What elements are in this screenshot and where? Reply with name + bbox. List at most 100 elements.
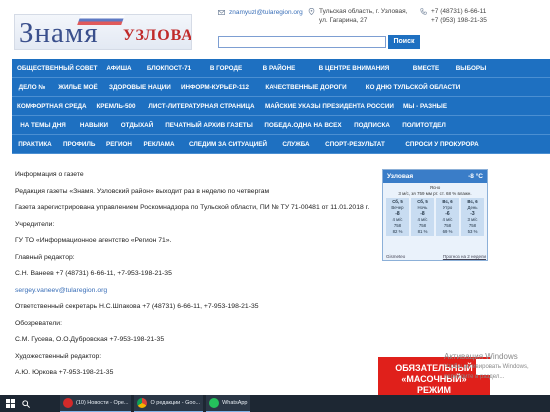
phone-1[interactable]: +7 (48731) 6-66-11 — [431, 7, 487, 16]
chrome-icon — [137, 398, 148, 408]
forecast-column: Сб, 5 Вечер -8 4 м/с 758 82 % — [386, 198, 409, 236]
logo-main-text: Знамя — [19, 17, 99, 49]
nav-item-pobeda[interactable]: ПОБЕДА.ОДНА НА ВСЕХ — [258, 116, 348, 134]
main-content: Информация о газете Редакция газеты «Зна… — [15, 170, 370, 385]
content-paragraph: С.М. Гусева, О.О.Дубровская +7-953-198-2… — [15, 336, 165, 343]
forecast-humidity: 81 % — [417, 229, 428, 234]
content-paragraph: С.Н. Ванеев +7 (48731) 6-66-11, +7-953-1… — [15, 270, 172, 277]
content-paragraph: Учредители: — [15, 220, 55, 228]
site-logo[interactable]: Знамя УЗЛОВАЯ — [14, 14, 192, 50]
weather-now-details: 3 м/с, зя 759 мм рт. ст. 68 % влажн. — [398, 191, 472, 196]
logo-sub-text: УЗЛОВАЯ — [123, 27, 191, 44]
weather-header: Узловая -8 °C — [383, 170, 487, 183]
gismeteo-logo[interactable]: Gismeteo — [386, 254, 405, 259]
nav-item-zdorovye-natsii[interactable]: ЗДОРОВЫЕ НАЦИИ — [104, 78, 171, 96]
phone-2[interactable]: +7 (953) 198-21-35 — [431, 16, 487, 25]
address-line-1: Тульская область, г. Узловая, — [319, 8, 408, 15]
nav-item-ko-dnyu-tulskoi-oblasti[interactable]: КО ДНЮ ТУЛЬСКОЙ ОБЛАСТИ — [353, 78, 473, 96]
forecast-column: Вс, 6 Утро -6 4 м/с 758 69 % — [436, 198, 459, 236]
content-paragraph: ГУ ТО «Информационное агентство «Регион … — [15, 237, 172, 244]
search-button[interactable]: Поиск — [388, 35, 420, 49]
nav-item-zhile-moe[interactable]: ЖИЛЬЕ МОЁ — [52, 78, 104, 96]
windows-activation-watermark: Активация Windows Чтобы активировать Win… — [444, 352, 550, 382]
nav-item-list-literaturnaya[interactable]: ЛИСТ-ЛИТЕРАТУРНАЯ СТРАНИЦА — [143, 97, 260, 115]
nav-item-v-raione[interactable]: В РАЙОНЕ — [253, 59, 305, 77]
nav-item-region[interactable]: РЕГИОН — [100, 135, 138, 153]
nav-item-praktika[interactable]: ПРАКТИКА — [12, 135, 58, 153]
forecast-humidity: 69 % — [442, 229, 453, 234]
nav-item-vybory[interactable]: ВЫБОРЫ — [449, 59, 493, 77]
whatsapp-icon — [209, 398, 220, 408]
contact-phones: +7 (48731) 6-66-11 +7 (953) 198-21-35 — [420, 7, 487, 25]
nav-row: ОБЩЕСТВЕННЫЙ СОВЕТ АФИША БЛОКПОСТ-71 В Г… — [12, 59, 550, 78]
nav-row: ДЕЛО № ЖИЛЬЕ МОЁ ЗДОРОВЫЕ НАЦИИ ИНФОРМ-К… — [12, 78, 550, 97]
taskbar-item-label: О редакции - Goo... — [150, 400, 201, 406]
taskbar-item-label: WhatsApp — [222, 400, 248, 406]
contact-email[interactable]: znamyuzl@tularegion.org — [218, 8, 303, 16]
content-paragraph: Главный редактор: — [15, 253, 75, 261]
editor-email-link[interactable]: sergey.vaneev@tularegion.org — [15, 286, 370, 295]
weather-footer: Gismeteo Прогноз на 2 недели — [386, 254, 486, 259]
content-paragraph: Редакция газеты «Знамя. Узловский район»… — [15, 187, 270, 195]
taskbar-search[interactable] — [20, 395, 32, 412]
search-icon — [22, 399, 30, 408]
address-line-2: ул. Гагарина, 27 — [319, 17, 368, 24]
nav-item-podpiska[interactable]: ПОДПИСКА — [348, 116, 396, 134]
main-nav: ОБЩЕСТВЕННЫЙ СОВЕТ АФИША БЛОКПОСТ-71 В Г… — [12, 59, 550, 154]
taskbar-item-chrome[interactable]: О редакции - Goo... — [134, 395, 204, 412]
taskbar-item-opera[interactable]: (10) Новости - Ope... — [60, 395, 132, 412]
nav-item-pechatnyi-arkhiv[interactable]: ПЕЧАТНЫЙ АРХИВ ГАЗЕТЫ — [160, 116, 258, 134]
nav-item-v-gorode[interactable]: В ГОРОДЕ — [199, 59, 253, 77]
mail-icon — [218, 10, 225, 15]
nav-item-obshchestvennyi-sovet[interactable]: ОБЩЕСТВЕННЫЙ СОВЕТ — [12, 59, 99, 77]
search-input[interactable] — [218, 36, 386, 48]
nav-item-navyki[interactable]: НАВЫКИ — [74, 116, 114, 134]
nav-item-otdykhai[interactable]: ОТДЫХАЙ — [114, 116, 160, 134]
weather-city: Узловая — [387, 173, 414, 180]
nav-item-maiskie-ukazy[interactable]: МАЙСКИЕ УКАЗЫ ПРЕЗИДЕНТА РОССИИ — [260, 97, 395, 115]
windows-icon — [5, 399, 15, 408]
content-paragraph: Обозреватели: — [15, 319, 62, 327]
nav-item-delo[interactable]: ДЕЛО № — [12, 78, 52, 96]
nav-row: КОМФОРТНАЯ СРЕДА КРЕМЛЬ-500 ЛИСТ-ЛИТЕРАТ… — [12, 97, 550, 116]
nav-item-sprosi-u-prokurora[interactable]: СПРОСИ У ПРОКУРОРА — [394, 135, 490, 153]
nav-item-reklama[interactable]: РЕКЛАМА — [138, 135, 180, 153]
content-paragraph: Художественный редактор: — [15, 352, 102, 360]
forecast-column: Сб, 5 Ночь -8 4 м/с 758 81 % — [411, 198, 434, 236]
nav-item-v-tsentre-vnimaniya[interactable]: В ЦЕНТРЕ ВНИМАНИЯ — [305, 59, 403, 77]
nav-item-sluzhba[interactable]: СЛУЖБА — [276, 135, 316, 153]
nav-row: НА ТЕМЫ ДНЯ НАВЫКИ ОТДЫХАЙ ПЕЧАТНЫЙ АРХИ… — [12, 116, 550, 135]
two-week-forecast-link[interactable]: Прогноз на 2 недели — [443, 254, 486, 259]
phone-icon — [420, 8, 427, 15]
contact-address: Тульская область, г. Узловая, ул. Гагари… — [308, 7, 407, 25]
start-button[interactable] — [0, 395, 20, 412]
nav-item-vmeste[interactable]: ВМЕСТЕ — [403, 59, 449, 77]
nav-item-na-temy-dnya[interactable]: НА ТЕМЫ ДНЯ — [12, 116, 74, 134]
taskbar: (10) Новости - Ope... О редакции - Goo..… — [0, 395, 550, 412]
nav-item-kachestvennye-dorogi[interactable]: КАЧЕСТВЕННЫЕ ДОРОГИ — [259, 78, 353, 96]
watermark-title: Активация Windows — [444, 352, 518, 361]
nav-item-sledim-za-situatsiei[interactable]: СЛЕДИМ ЗА СИТУАЦИЕЙ — [180, 135, 276, 153]
opera-icon — [63, 398, 73, 408]
nav-item-politotdel[interactable]: ПОЛИТОТДЕЛ — [396, 116, 452, 134]
content-paragraph: Ответственный секретарь Н.С.Шпакова +7 (… — [15, 303, 259, 310]
taskbar-item-label: (10) Новости - Ope... — [76, 400, 129, 406]
nav-item-afisha[interactable]: АФИША — [99, 59, 139, 77]
site-header: Знамя УЗЛОВАЯ znamyuzl@tularegion.org Ту… — [0, 0, 550, 58]
nav-item-inform-kurer[interactable]: ИНФОРМ-КУРЬЕР-112 — [171, 78, 259, 96]
email-link[interactable]: znamyuzl@tularegion.org — [229, 9, 303, 16]
forecast-humidity: 53 % — [467, 229, 478, 234]
nav-item-sport-rezultat[interactable]: СПОРТ-РЕЗУЛЬТАТ — [316, 135, 394, 153]
weather-widget[interactable]: Узловая -8 °C Ясно 3 м/с, зя 759 мм рт. … — [382, 169, 488, 261]
nav-item-komfortnaya-sreda[interactable]: КОМФОРТНАЯ СРЕДА — [12, 97, 89, 115]
nav-item-kreml-500[interactable]: КРЕМЛЬ-500 — [89, 97, 143, 115]
weather-forecast: Сб, 5 Вечер -8 4 м/с 758 82 % Сб, 5 Ночь… — [386, 198, 484, 236]
nav-item-blokpost[interactable]: БЛОКПОСТ-71 — [139, 59, 199, 77]
nav-item-my-raznye[interactable]: МЫ - РАЗНЫЕ — [395, 97, 455, 115]
content-paragraph: А.Ю. Юркова +7-953-198-21-35 — [15, 369, 114, 376]
taskbar-item-whatsapp[interactable]: WhatsApp — [206, 395, 251, 412]
nav-item-profil[interactable]: ПРОФИЛЬ — [58, 135, 100, 153]
weather-now: Ясно 3 м/с, зя 759 мм рт. ст. 68 % влажн… — [383, 183, 487, 197]
page-title: Информация о газете — [15, 171, 84, 178]
watermark-subtitle: Чтобы активировать Windows, перейдите в … — [444, 364, 529, 380]
